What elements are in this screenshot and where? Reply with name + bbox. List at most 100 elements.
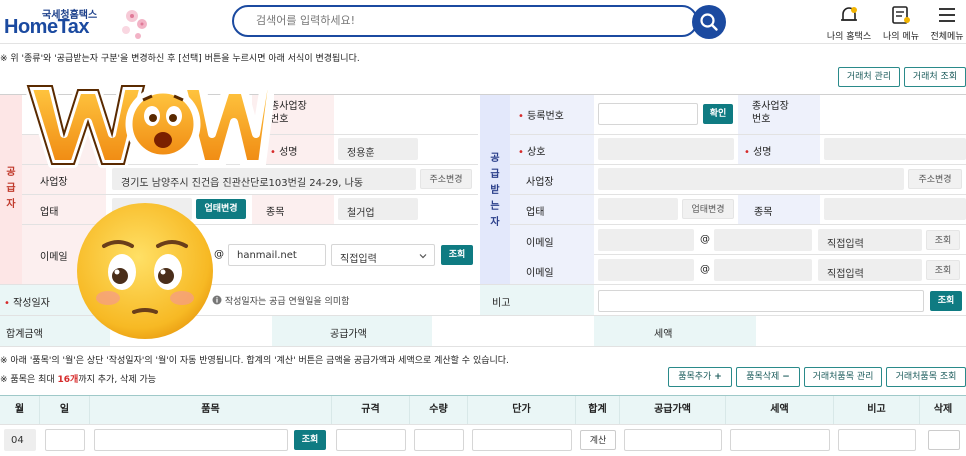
receiver-email-lookup-1-button[interactable]: 조회 [926,230,960,250]
receiver-email-select-1: 직접입력 [818,229,922,251]
side-char: 공 [490,153,500,164]
col-unit-price: 단가 [468,396,576,424]
col-remark: 비고 [834,396,920,424]
row-remark-input[interactable] [838,429,916,451]
row-day-input[interactable] [45,429,85,451]
search-button[interactable] [692,5,726,39]
col-qty: 수량 [410,396,468,424]
nav-all-menu-label: 전체메뉴 [930,32,964,42]
partner-manage-button[interactable]: 거래처 관리 [838,67,900,87]
receiver-email-select-2-value: 직접입력 [827,269,864,280]
search-input[interactable] [256,14,676,27]
receiver-reg-label-text: 등록번호 [527,111,564,122]
receiver-email-id-2 [598,259,694,281]
receiver-address-change-button[interactable]: 주소변경 [908,169,962,189]
row-delete-button[interactable] [928,430,960,450]
write-date-label: • 작성일자 [4,298,50,309]
col-item: 품목 [90,396,332,424]
partner-item-lookup-button[interactable]: 거래처품목 조회 [886,367,966,387]
search-box[interactable] [232,5,698,37]
col-spec: 규격 [332,396,410,424]
receiver-email-domain-2 [714,259,812,281]
receiver-biztype-field [598,198,678,220]
row-qty-input[interactable] [414,429,464,451]
side-char: 공 [6,167,16,178]
supplier-name-label: • 성명 [270,147,298,158]
label-cell [510,194,594,224]
receiver-biztype-label: 업태 [526,207,545,218]
surprised-face-emoji-icon [77,203,213,339]
hometax-logo[interactable]: 국세청홈택스 HomeTax [4,4,147,40]
supplier-email-select-value: 직접입력 [340,254,377,265]
receiver-confirm-button[interactable]: 확인 [703,104,733,124]
supplier-bizno-label: 종사업장 번호 [270,101,307,125]
supplier-email-domain-input[interactable]: hanmail.net [228,244,326,266]
receiver-item-label: 종목 [754,207,773,218]
supplier-biztype-label: 업태 [40,207,59,218]
partner-item-manage-button[interactable]: 거래처품목 관리 [804,367,882,387]
items-notice-2-pre: ※ 품목은 최대 [0,375,58,385]
row-month-value: 04 [11,435,24,446]
side-char: 는 [490,201,500,212]
label-cell [594,316,756,346]
receiver-bizno-field [824,103,966,125]
row-month-field: 04 [4,429,36,451]
col-tax: 세액 [726,396,834,424]
nav-all-menu[interactable]: 전체메뉴 [928,2,966,44]
receiver-name-label: • 성명 [744,147,772,158]
row-supply-input[interactable] [624,429,722,451]
receiver-reg-input[interactable] [598,103,698,125]
supplier-email-domain-value: hanmail.net [237,250,297,261]
row-spec-input[interactable] [336,429,406,451]
side-char: 급 [6,183,16,194]
items-notice-2: ※ 품목은 최대 16개까지 추가, 삭제 가능 [0,372,156,385]
row-item-input[interactable] [94,429,288,451]
total-amount-label: 합계금액 [6,329,43,340]
items-notice-1: ※ 아래 '품목'의 '월'은 상단 '작성일자'의 '월'이 자동 반영됩니다… [0,356,509,366]
tax-amount-label: 세액 [654,329,673,340]
add-item-button[interactable]: 품목추가 + [668,367,732,387]
receiver-reg-label: • 등록번호 [518,111,564,122]
label-cell [252,194,334,224]
nav-my-hometax-label: 나의 홈택스 [826,32,872,42]
remark-input[interactable] [598,290,924,312]
wow-sticker-icon [24,82,274,168]
items-notice-2-post: 까지 추가, 삭제 가능 [78,375,157,385]
supplier-address-change-button[interactable]: 주소변경 [420,169,472,189]
partner-lookup-button[interactable]: 거래처 조회 [904,67,966,87]
row-unit-price-input[interactable] [472,429,572,451]
supplier-side-label: 공 급 자 [0,94,22,284]
items-max-count: 16개 [57,375,79,385]
minus-icon: − [782,372,790,382]
supplier-item-label: 종목 [266,207,285,218]
receiver-biztype-change-button[interactable]: 업태변경 [682,199,734,219]
supplier-email-select[interactable]: 직접입력 [331,244,435,266]
search-icon [700,13,718,31]
receiver-company-field [598,138,734,160]
remark-lookup-button[interactable]: 조회 [930,291,962,311]
add-item-label: 품목추가 [678,372,712,382]
row-item-lookup-button[interactable]: 조회 [294,430,326,450]
receiver-email-label-1: 이메일 [526,238,554,249]
receiver-company-label: • 상호 [518,147,546,158]
col-supply: 공급가액 [620,396,726,424]
receiver-address-label: 사업장 [526,177,554,188]
nav-my-hometax[interactable]: 나의 홈택스 [826,2,872,44]
row-tax-input[interactable] [730,429,830,451]
delete-item-button[interactable]: 품목삭제 − [736,367,800,387]
receiver-address-field [598,168,904,190]
col-month: 월 [0,396,40,424]
row-calc-button[interactable]: 계산 [580,430,616,450]
remark-label: 비고 [492,298,511,309]
user-list-icon [892,6,910,24]
top-header: 국세청홈택스 HomeTax 나의 홈택스 나의 메뉴 [0,0,966,44]
receiver-email-lookup-2-button[interactable]: 조회 [926,260,960,280]
nav-my-menu[interactable]: 나의 메뉴 [880,2,922,44]
side-char: 자 [490,217,500,228]
receiver-side-text: 공 급 받 는 자 [480,151,510,231]
logo-text: HomeTax [4,16,90,38]
supplier-email-lookup-button[interactable]: 조회 [441,245,473,265]
receiver-email-label-2: 이메일 [526,268,554,279]
supplier-item-value: 철거업 [347,208,375,219]
label-cell [738,194,820,224]
